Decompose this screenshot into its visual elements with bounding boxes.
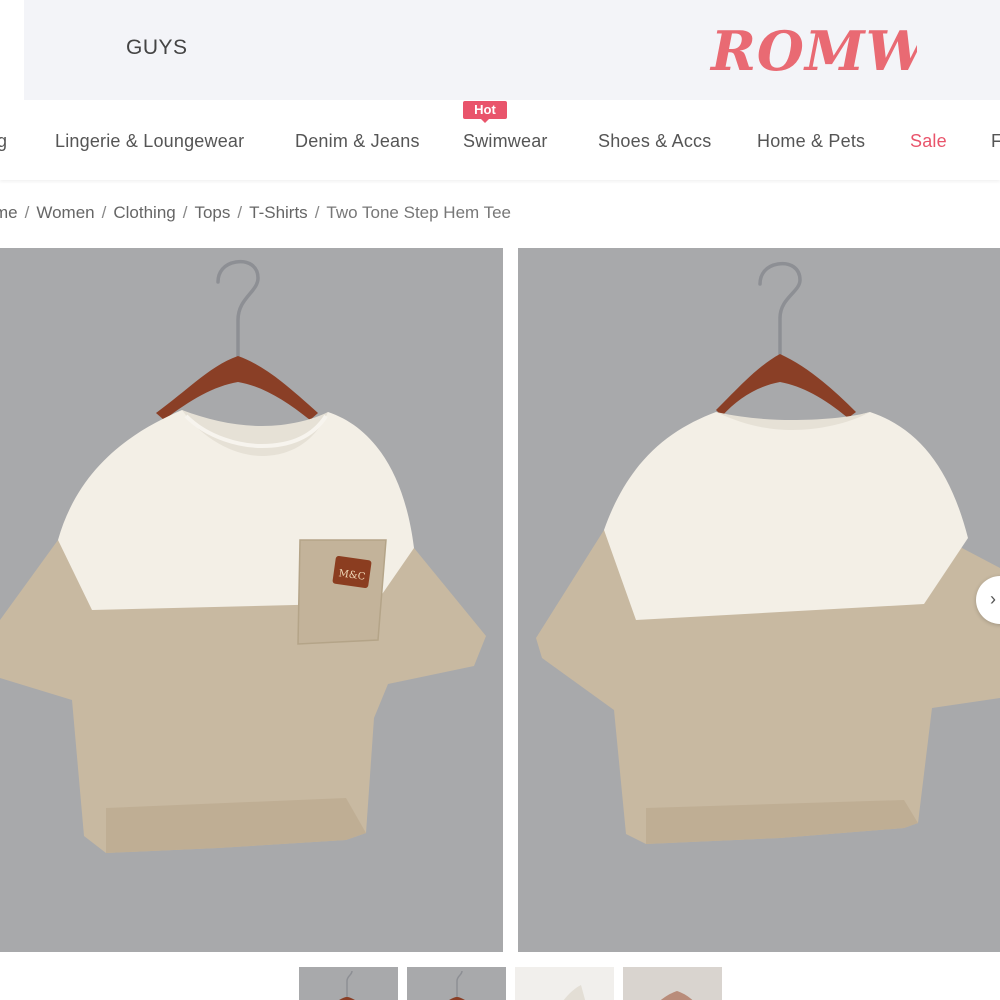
breadcrumb-home[interactable]: me <box>0 203 18 223</box>
nav-item-denim-jeans[interactable]: Denim & Jeans <box>295 131 420 152</box>
breadcrumb-separator: / <box>24 203 30 222</box>
front-tee-illustration: M&C <box>0 248 503 952</box>
breadcrumb: me / Women / Clothing / Tops / T-Shirts / Two Tone… <box>0 203 511 223</box>
back-tee-illustration <box>518 248 1000 952</box>
chevron-right-icon: › <box>990 589 996 609</box>
breadcrumb-separator: / <box>237 203 243 222</box>
thumbnail-3[interactable] <box>515 967 614 1000</box>
thumbnail-2[interactable] <box>407 967 506 1000</box>
category-nav: g Lingerie & Loungewear Denim & Jeans Ho… <box>0 100 1000 180</box>
nav-item-shoes-accs[interactable]: Shoes & Accs <box>598 131 711 152</box>
breadcrumb-separator: / <box>182 203 188 222</box>
nav-item-partial-right[interactable]: F <box>991 131 1000 152</box>
nav-item-partial-left[interactable]: g <box>0 131 7 152</box>
breadcrumb-separator: / <box>101 203 107 222</box>
nav-item-home-pets[interactable]: Home & Pets <box>757 131 865 152</box>
product-image-front[interactable]: M&C <box>0 248 503 952</box>
thumbnail-strip <box>0 955 1000 1000</box>
nav-item-swimwear[interactable]: Swimwear <box>463 131 548 152</box>
product-image-back[interactable] <box>518 248 1000 952</box>
thumbnail-image <box>299 967 398 1000</box>
top-header: GUYS ROMWE <box>24 0 1000 100</box>
breadcrumb-tshirts[interactable]: T-Shirts <box>249 203 308 223</box>
thumbnail-4[interactable] <box>623 967 722 1000</box>
thumbnail-1[interactable] <box>299 967 398 1000</box>
thumbnail-image <box>407 967 506 1000</box>
breadcrumb-tops[interactable]: Tops <box>194 203 230 223</box>
nav-item-sale[interactable]: Sale <box>910 131 947 152</box>
romwe-logo[interactable]: ROMWE <box>707 10 917 92</box>
hot-badge: Hot <box>463 101 507 123</box>
breadcrumb-current: Two Tone Step Hem Tee <box>326 203 512 222</box>
breadcrumb-separator: / <box>314 203 320 222</box>
thumbnail-image <box>515 967 614 1000</box>
logo-text: ROMWE <box>709 19 917 83</box>
thumbnail-image <box>623 967 722 1000</box>
nav-item-lingerie-loungewear[interactable]: Lingerie & Loungewear <box>55 131 244 152</box>
guys-tab[interactable]: GUYS <box>126 36 188 60</box>
breadcrumb-clothing[interactable]: Clothing <box>113 203 175 223</box>
breadcrumb-women[interactable]: Women <box>36 203 94 223</box>
